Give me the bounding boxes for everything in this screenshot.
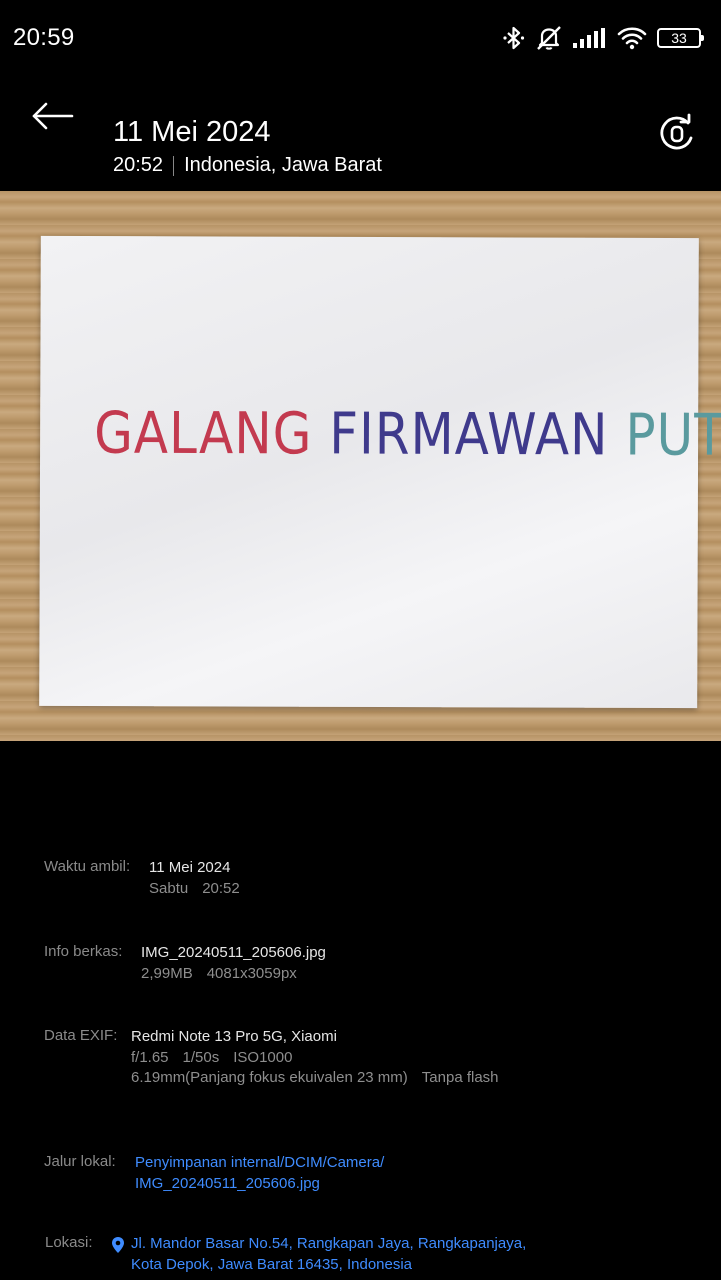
back-arrow-icon	[30, 101, 74, 136]
details-panel: Waktu ambil: 11 Mei 2024 Sabtu 20:52 Info…	[0, 741, 721, 1280]
status-time: 20:59	[13, 24, 75, 51]
battery-icon: 33	[657, 28, 704, 48]
detail-label-berkas: Info berkas:	[44, 943, 123, 960]
detail-label-jalur: Jalur lokal:	[44, 1153, 116, 1170]
local-path-line-2[interactable]: IMG_20240511_205606.jpg	[135, 1174, 384, 1195]
file-meta: 2,99MB 4081x3059px	[141, 964, 326, 985]
handwriting-word-3: PUTRA	[625, 401, 721, 469]
rotate-icon	[655, 113, 699, 160]
taken-day-time: Sabtu 20:52	[149, 879, 254, 900]
detail-label-waktu: Waktu ambil:	[44, 858, 131, 875]
detail-value-lokasi[interactable]: Jl. Mandor Basar No.54, Rangkapan Jaya, …	[131, 1234, 526, 1275]
signal-icon	[573, 28, 607, 48]
exif-device: Redmi Note 13 Pro 5G, Xiaomi	[131, 1028, 337, 1045]
photo-preview[interactable]: GALANG FIRMAWAN PUTRA	[0, 191, 721, 741]
taken-time: 20:52	[202, 879, 240, 897]
back-button[interactable]	[28, 98, 76, 138]
header-time: 20:52	[113, 154, 164, 176]
local-path-line-1[interactable]: Penyimpanan internal/DCIM/Camera/	[135, 1153, 384, 1174]
handwriting-word-2: FIRMAWAN	[329, 400, 609, 469]
location-line-1[interactable]: Jl. Mandor Basar No.54, Rangkapan Jaya, …	[131, 1234, 526, 1255]
exif-focal: 6.19mm(Panjang fokus ekuivalen 23 mm)	[131, 1069, 408, 1086]
taken-day: Sabtu	[149, 879, 189, 897]
file-size: 2,99MB	[141, 964, 193, 982]
exif-flash: Tanpa flash	[421, 1069, 499, 1086]
detail-value-berkas: IMG_20240511_205606.jpg 2,99MB 4081x3059p…	[141, 943, 326, 984]
exif-settings: f/1.65 1/50s ISO1000	[131, 1048, 513, 1069]
detail-value-exif: Redmi Note 13 Pro 5G, Xiaomi f/1.65 1/50s…	[131, 1027, 513, 1089]
divider	[173, 155, 175, 176]
location-pin-icon	[111, 1236, 125, 1258]
exif-shutter: 1/50s	[182, 1048, 220, 1066]
detail-value-jalur[interactable]: Penyimpanan internal/DCIM/Camera/ IMG_20…	[135, 1153, 384, 1194]
exif-iso: ISO1000	[233, 1048, 293, 1066]
paper-sheet: GALANG FIRMAWAN PUTRA	[39, 235, 721, 709]
taken-date: 11 Mei 2024	[149, 859, 231, 876]
handwriting-word-1: GALANG	[94, 399, 313, 468]
muted-bell-icon	[535, 25, 563, 51]
exif-lens: 6.19mm(Panjang fokus ekuivalen 23 mm) Tan…	[131, 1068, 513, 1089]
status-icons: 33	[503, 24, 704, 52]
location-line-2[interactable]: Kota Depok, Jawa Barat 16435, Indonesia	[131, 1255, 526, 1276]
wifi-icon	[617, 26, 647, 50]
exif-aperture: f/1.65	[131, 1048, 169, 1066]
detail-label-lokasi: Lokasi:	[45, 1234, 93, 1251]
header: 11 Mei 2024 20:52 Indonesia, Jawa Barat	[0, 78, 721, 191]
handwritten-text: GALANG FIRMAWAN PUTRA	[94, 400, 721, 469]
file-resolution: 4081x3059px	[206, 964, 297, 982]
header-location: Indonesia, Jawa Barat	[184, 154, 382, 176]
page-title: 11 Mei 2024	[113, 116, 271, 148]
detail-value-waktu: 11 Mei 2024 Sabtu 20:52	[149, 858, 254, 899]
detail-label-exif: Data EXIF:	[44, 1027, 118, 1044]
header-subtitle: 20:52 Indonesia, Jawa Barat	[113, 154, 382, 177]
file-name: IMG_20240511_205606.jpg	[141, 944, 326, 961]
status-bar: 20:59 33	[0, 0, 721, 78]
bluetooth-icon	[503, 26, 525, 50]
rotate-button[interactable]	[655, 112, 699, 156]
